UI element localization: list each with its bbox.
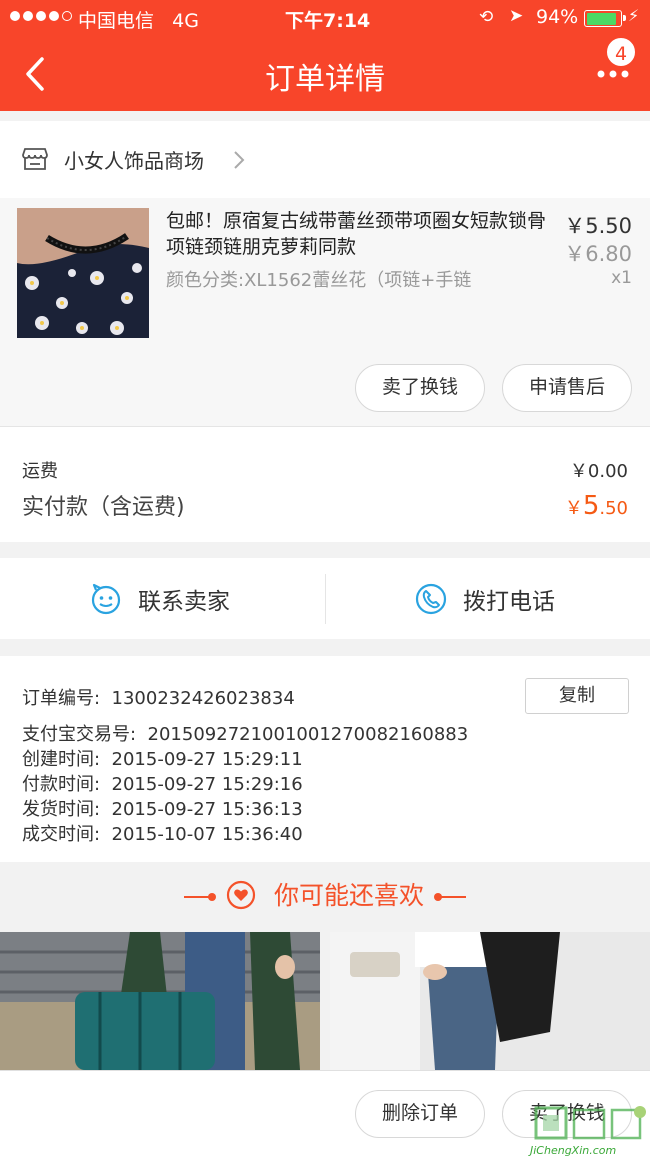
product-sku: 颜色分类:XL1562蕾丝花（项链+手链 — [166, 270, 472, 291]
recommend-item-2[interactable] — [330, 932, 650, 1070]
heart-icon — [226, 880, 256, 910]
shipping-value: ￥0.00 — [569, 461, 628, 482]
order-number: 1300232426023834 — [111, 688, 295, 709]
alipay-number-row: 支付宝交易号: 2015092721001001270082160883 — [22, 724, 469, 745]
product-original-price: ￥6.80 — [564, 242, 632, 266]
paid-amount: ￥5.50 — [564, 491, 628, 521]
charging-icon: ⚡ — [628, 6, 640, 25]
chat-icon — [91, 583, 121, 615]
call-phone-label: 拨打电话 — [463, 589, 555, 615]
watermark-logo-icon — [534, 1106, 646, 1140]
paid-label: 实付款（含运费) — [22, 495, 185, 520]
notification-badge: 4 — [605, 36, 637, 68]
order-number-row: 订单编号: 1300232426023834 — [22, 688, 295, 709]
paid-time-row: 付款时间: 2015-09-27 15:29:16 — [22, 774, 303, 795]
location-icon: ➤ — [509, 6, 524, 26]
battery-icon — [584, 10, 626, 27]
delete-order-button[interactable]: 删除订单 — [355, 1090, 485, 1138]
shop-name[interactable]: 小女人饰品商场 — [64, 145, 204, 174]
copy-button[interactable]: 复制 — [525, 678, 629, 714]
site-watermark: JiChengXin.com — [530, 1104, 650, 1156]
contact-seller-button[interactable]: 联系卖家 — [0, 558, 325, 639]
shop-row[interactable]: 小女人饰品商场 — [0, 121, 650, 198]
nav-bar: 订单详情 4 — [0, 36, 650, 111]
status-time: 下午7:14 — [285, 10, 371, 32]
product-quantity: x1 — [611, 268, 632, 288]
call-phone-button[interactable]: 拨打电话 — [326, 558, 650, 639]
recommend-title: 你可能还喜欢 — [273, 881, 424, 910]
signal-strength-icon — [10, 11, 72, 21]
contact-seller-label: 联系卖家 — [138, 589, 230, 615]
product-thumbnail[interactable] — [17, 208, 149, 338]
contact-bar: 联系卖家 拨打电话 — [0, 558, 650, 639]
carrier-label: 中国电信 4G — [78, 10, 199, 32]
created-time-row: 创建时间: 2015-09-27 15:29:11 — [22, 749, 303, 770]
battery-percent: 94% — [536, 6, 579, 28]
more-icon[interactable] — [593, 66, 633, 86]
status-bar: 中国电信 4G 下午7:14 ⟲ ➤ 94% ⚡ — [0, 0, 650, 36]
payment-summary: 运费 ￥0.00 实付款（含运费) ￥5.50 — [0, 426, 650, 542]
rotation-lock-icon: ⟲ — [479, 7, 494, 27]
watermark-url: JiChengXin.com — [530, 1144, 617, 1156]
shop-icon — [22, 148, 48, 170]
decor-line-left — [184, 893, 217, 901]
product-title[interactable]: 包邮！原宿复古绒带蕾丝颈带项圈女短款锁骨项链颈链朋克萝莉同款 — [166, 208, 554, 260]
recommend-header: 你可能还喜欢 — [0, 862, 650, 932]
sell-button[interactable]: 卖了换钱 — [355, 364, 485, 412]
phone-icon — [415, 583, 447, 615]
shipped-time-row: 发货时间: 2015-09-27 15:36:13 — [22, 799, 303, 820]
done-time-row: 成交时间: 2015-10-07 15:36:40 — [22, 824, 303, 845]
product-card[interactable]: 包邮！原宿复古绒带蕾丝颈带项圈女短款锁骨项链颈链朋克萝莉同款 颜色分类:XL15… — [0, 198, 650, 426]
shipping-label: 运费 — [22, 461, 58, 482]
aftersale-button[interactable]: 申请售后 — [502, 364, 632, 412]
recommend-item-1[interactable] — [0, 932, 320, 1070]
product-price: ￥5.50 — [564, 214, 632, 238]
order-info: 订单编号: 1300232426023834 复制 支付宝交易号: 201509… — [0, 656, 650, 862]
page-title: 订单详情 — [265, 62, 385, 97]
chevron-right-icon — [234, 151, 245, 169]
decor-line-right — [433, 893, 466, 901]
